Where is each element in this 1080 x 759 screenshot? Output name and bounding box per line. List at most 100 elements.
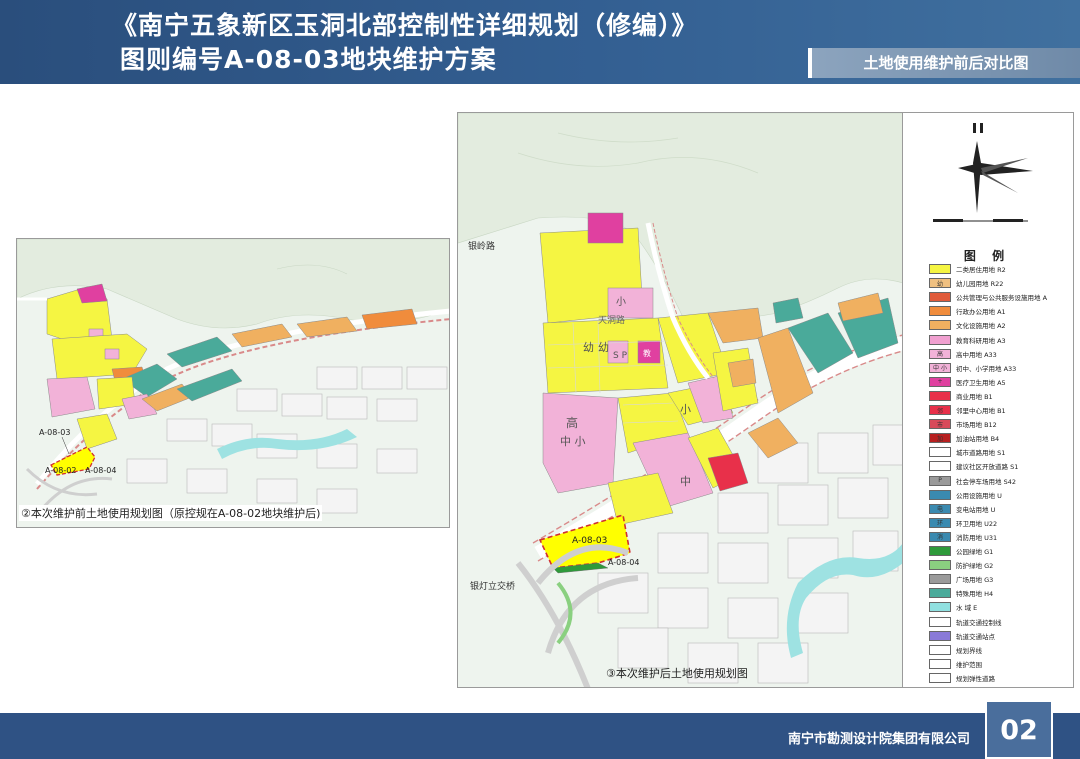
- left-label-a0802: A-08-02: [45, 466, 76, 475]
- legend-swatch: [929, 616, 951, 627]
- right-label-sp: S P: [613, 351, 628, 361]
- right-label-zhongxiao: 中 小: [560, 435, 586, 448]
- legend-swatch: [929, 574, 951, 585]
- north-arrow-icon: [933, 123, 1033, 222]
- legend-label: 环卫用地 U22: [956, 519, 998, 528]
- right-label-jiao: 教: [643, 348, 651, 358]
- legend-item: 加加油站用地 B4: [929, 432, 999, 444]
- legend-item: 行政办公用地 A1: [929, 305, 1006, 317]
- legend-item: 幼幼儿园用地 R22: [929, 277, 1003, 289]
- legend-swatch: [929, 560, 951, 571]
- legend-label: 消防用地 U31: [956, 533, 998, 542]
- title-line-1: 《南宁五象新区玉洞北部控制性详细规划（修编）》: [112, 11, 698, 40]
- right-interchange-label: 银灯立交桥: [470, 580, 515, 592]
- legend-swatch: [929, 320, 951, 331]
- legend-item: 防护绿地 G2: [929, 559, 993, 571]
- legend-item: 维护范围: [929, 658, 982, 670]
- section-tab: 土地使用维护前后对比图: [808, 48, 1080, 78]
- legend-label: 医疗卫生用地 A5: [956, 378, 1006, 387]
- legend-item: 环环卫用地 U22: [929, 517, 997, 529]
- legend-item: 建议社区开放道路 S1: [929, 460, 1018, 472]
- legend-item: 公用设施用地 U: [929, 489, 1002, 501]
- legend-label: 幼儿园用地 R22: [956, 280, 1004, 289]
- legend-swatch: [929, 447, 951, 458]
- right-label-you2: 幼: [598, 341, 609, 354]
- legend-item: 中 小初中、小学用地 A33: [929, 362, 1016, 374]
- legend-swatch: 电: [929, 503, 951, 514]
- right-label-xiao1: 小: [616, 296, 626, 308]
- legend-label: 轨道交通站点: [956, 632, 995, 641]
- legend-label: 邻里中心用地 B1: [956, 407, 1006, 415]
- legend-label: 二类居住用地 R2: [956, 266, 1006, 274]
- legend-item: 教育科研用地 A3: [929, 334, 1006, 346]
- legend-item: 特殊用地 H4: [929, 587, 993, 599]
- map-after: 银岭路 天洞路 银灯立交桥 小 幼 幼 S P 教 高 中 小 小 中 A-08…: [457, 112, 902, 688]
- legend-swatch: 环: [929, 517, 951, 528]
- legend-panel: 图 例 二类居住用地 R2 幼幼儿园用地 R22 公共管理与公共服务设施用地 A 行政…: [902, 112, 1074, 688]
- title-line-2: 图则编号A-08-03地块维护方案: [120, 45, 497, 74]
- legend-label: 社会停车场用地 S42: [956, 477, 1016, 486]
- legend-item: 邻邻里中心用地 B1: [929, 404, 1006, 416]
- legend-swatch: [929, 546, 951, 556]
- legend-swatch: [929, 644, 951, 655]
- legend-swatch: +: [929, 376, 951, 387]
- right-label-xiao2: 小: [680, 403, 691, 416]
- legend-item: 电变电站用地 U: [929, 503, 995, 515]
- page-number: 02: [985, 700, 1053, 759]
- legend-item: 文化设施用地 A2: [929, 319, 1006, 331]
- legend-item: 高高中用地 A33: [929, 348, 997, 360]
- left-label-a0804: A-08-04: [85, 466, 116, 475]
- legend-label: 公共管理与公共服务设施用地 A: [956, 294, 1048, 303]
- legend-swatch: 加: [929, 433, 951, 444]
- legend-item: 轨道交通站点: [929, 630, 995, 642]
- legend-item: 公园绿地 G1: [929, 545, 993, 557]
- legend-swatch: [929, 630, 951, 641]
- legend-swatch: P: [929, 475, 951, 486]
- legend-swatch: 高: [929, 348, 951, 359]
- legend-label: 特殊用地 H4: [956, 590, 994, 599]
- legend-label: 文化设施用地 A2: [956, 322, 1006, 331]
- right-road-tiandong: 天洞路: [598, 314, 625, 326]
- legend-label: 防护绿地 G2: [956, 562, 994, 571]
- legend-item: 轨道交通控制线: [929, 616, 1002, 628]
- legend-item: 规划界线: [929, 644, 982, 656]
- legend-label: 变电站用地 U: [956, 505, 996, 514]
- legend-item: 市市场用地 B12: [929, 418, 997, 430]
- legend-swatch: [929, 489, 951, 500]
- legend-swatch: [929, 588, 951, 599]
- map-before-caption: ②本次维护前土地使用规划图（原控规在A-08-02地块维护后): [19, 505, 323, 521]
- footer-bar: 南宁市勘测设计院集团有限公司: [0, 713, 1080, 759]
- legend-label: 行政办公用地 A1: [956, 308, 1006, 317]
- legend-swatch: 邻: [929, 405, 951, 415]
- map-before-drawing: A-08-03 A-08-02 A-08-04: [17, 239, 449, 527]
- map-after-caption: ③本次维护后土地使用规划图: [606, 667, 748, 680]
- right-label-a0804: A-08-04: [608, 558, 639, 567]
- legend-label: 加油站用地 B4: [956, 435, 1000, 444]
- legend-swatch: 市: [929, 419, 951, 430]
- legend-item: 城市道路用地 S1: [929, 446, 1005, 458]
- legend-swatch: 中 小: [929, 362, 951, 373]
- legend-title: 图 例: [963, 249, 1011, 263]
- legend-item: 二类居住用地 R2: [929, 263, 1006, 275]
- right-label-zhong: 中: [680, 475, 691, 488]
- legend-swatch: [929, 390, 951, 401]
- legend-label: 商业用地 B1: [956, 392, 993, 401]
- legend-label: 建议社区开放道路 S1: [956, 463, 1019, 472]
- legend-label: 广场用地 G3: [956, 576, 994, 585]
- legend-swatch: [929, 672, 951, 683]
- right-road-yinling: 银岭路: [468, 240, 495, 252]
- legend-label: 公园绿地 G1: [956, 548, 994, 556]
- legend-item: + 医疗卫生用地 A5: [929, 376, 1006, 388]
- legend-label: 轨道交通控制线: [956, 618, 1002, 627]
- legend-swatch: [929, 658, 951, 669]
- legend-label: 教育科研用地 A3: [956, 336, 1006, 345]
- legend-label: 规划弹性道路: [956, 674, 995, 683]
- legend-label: 水 域 E: [956, 604, 978, 613]
- legend-label: 高中用地 A33: [956, 350, 997, 359]
- legend-item: 广场用地 G3: [929, 573, 993, 585]
- right-label-you1: 幼: [583, 341, 594, 354]
- right-label-gao: 高: [566, 415, 578, 430]
- slide-page: 《南宁五象新区玉洞北部控制性详细规划（修编）》 图则编号A-08-03地块维护方…: [0, 0, 1080, 759]
- legend-swatch: [929, 264, 951, 274]
- legend-label: 维护范围: [956, 660, 982, 669]
